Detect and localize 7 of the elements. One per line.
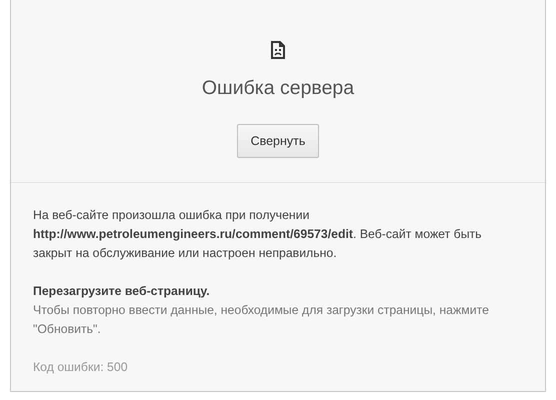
error-title: Ошибка сервера — [202, 77, 354, 100]
sad-page-icon — [271, 41, 285, 59]
error-message: На веб-сайте произошла ошибка при получении http://www.petroleumengineers.ru/comment/69573/edit. Веб-сайт может быть закрыт на обслуживание или настроен неправильно. — [33, 207, 483, 262]
suggestion-heading: Перезагрузите веб-страницу. — [33, 283, 211, 300]
error-code: Код ошибки: 500 — [33, 359, 129, 376]
collapse-button[interactable]: Свернуть — [236, 124, 320, 158]
suggestion-text: Чтобы повторно ввести данные, необходимые для загрузки страницы, нажмите "Обновить". — [33, 302, 490, 338]
